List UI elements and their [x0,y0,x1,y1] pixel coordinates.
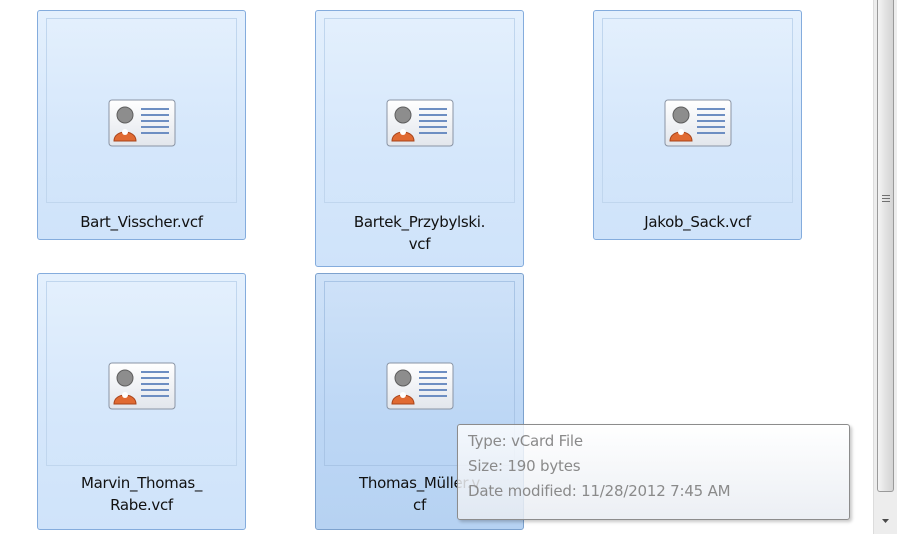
vcard-icon [386,99,453,147]
file-item-marvin-thomas-rabe[interactable]: Marvin_Thomas_ Rabe.vcf [37,273,246,530]
tooltip-date-modified: Date modified: 11/28/2012 7:45 AM [468,482,731,500]
vcard-icon [108,362,175,410]
tooltip-type: Type: vCard File [468,432,583,450]
file-name: Jakob_Sack.vcf [644,213,751,231]
file-info-tooltip: Type: vCard File Size: 190 bytes Date mo… [457,424,850,520]
vertical-scrollbar[interactable] [873,0,897,534]
thumbnail-frame [46,281,237,466]
file-item-jakob-sack[interactable]: Jakob_Sack.vcf [593,10,802,240]
scrollbar-thumb[interactable] [877,0,894,492]
scroll-down-arrow-icon[interactable] [874,510,897,532]
file-name: Bartek_Przybylski. vcf [353,213,486,253]
file-item-bartek-przybylski[interactable]: Bartek_Przybylski. vcf [315,10,524,267]
thumbnail-frame [46,18,237,203]
vcard-icon [386,362,453,410]
file-name: Bart_Visscher.vcf [80,213,203,231]
thumbnail-frame [602,18,793,203]
file-item-bart-visscher[interactable]: Bart_Visscher.vcf [37,10,246,240]
tooltip-size: Size: 190 bytes [468,457,581,475]
grip-icon [882,195,890,204]
vcard-icon [664,99,731,147]
file-view: Bart_Visscher.vcf Bartek_Przybylski. vcf [0,0,897,534]
vcard-icon [108,99,175,147]
thumbnail-frame [324,18,515,203]
file-name: Marvin_Thomas_ Rabe.vcf [80,474,203,514]
